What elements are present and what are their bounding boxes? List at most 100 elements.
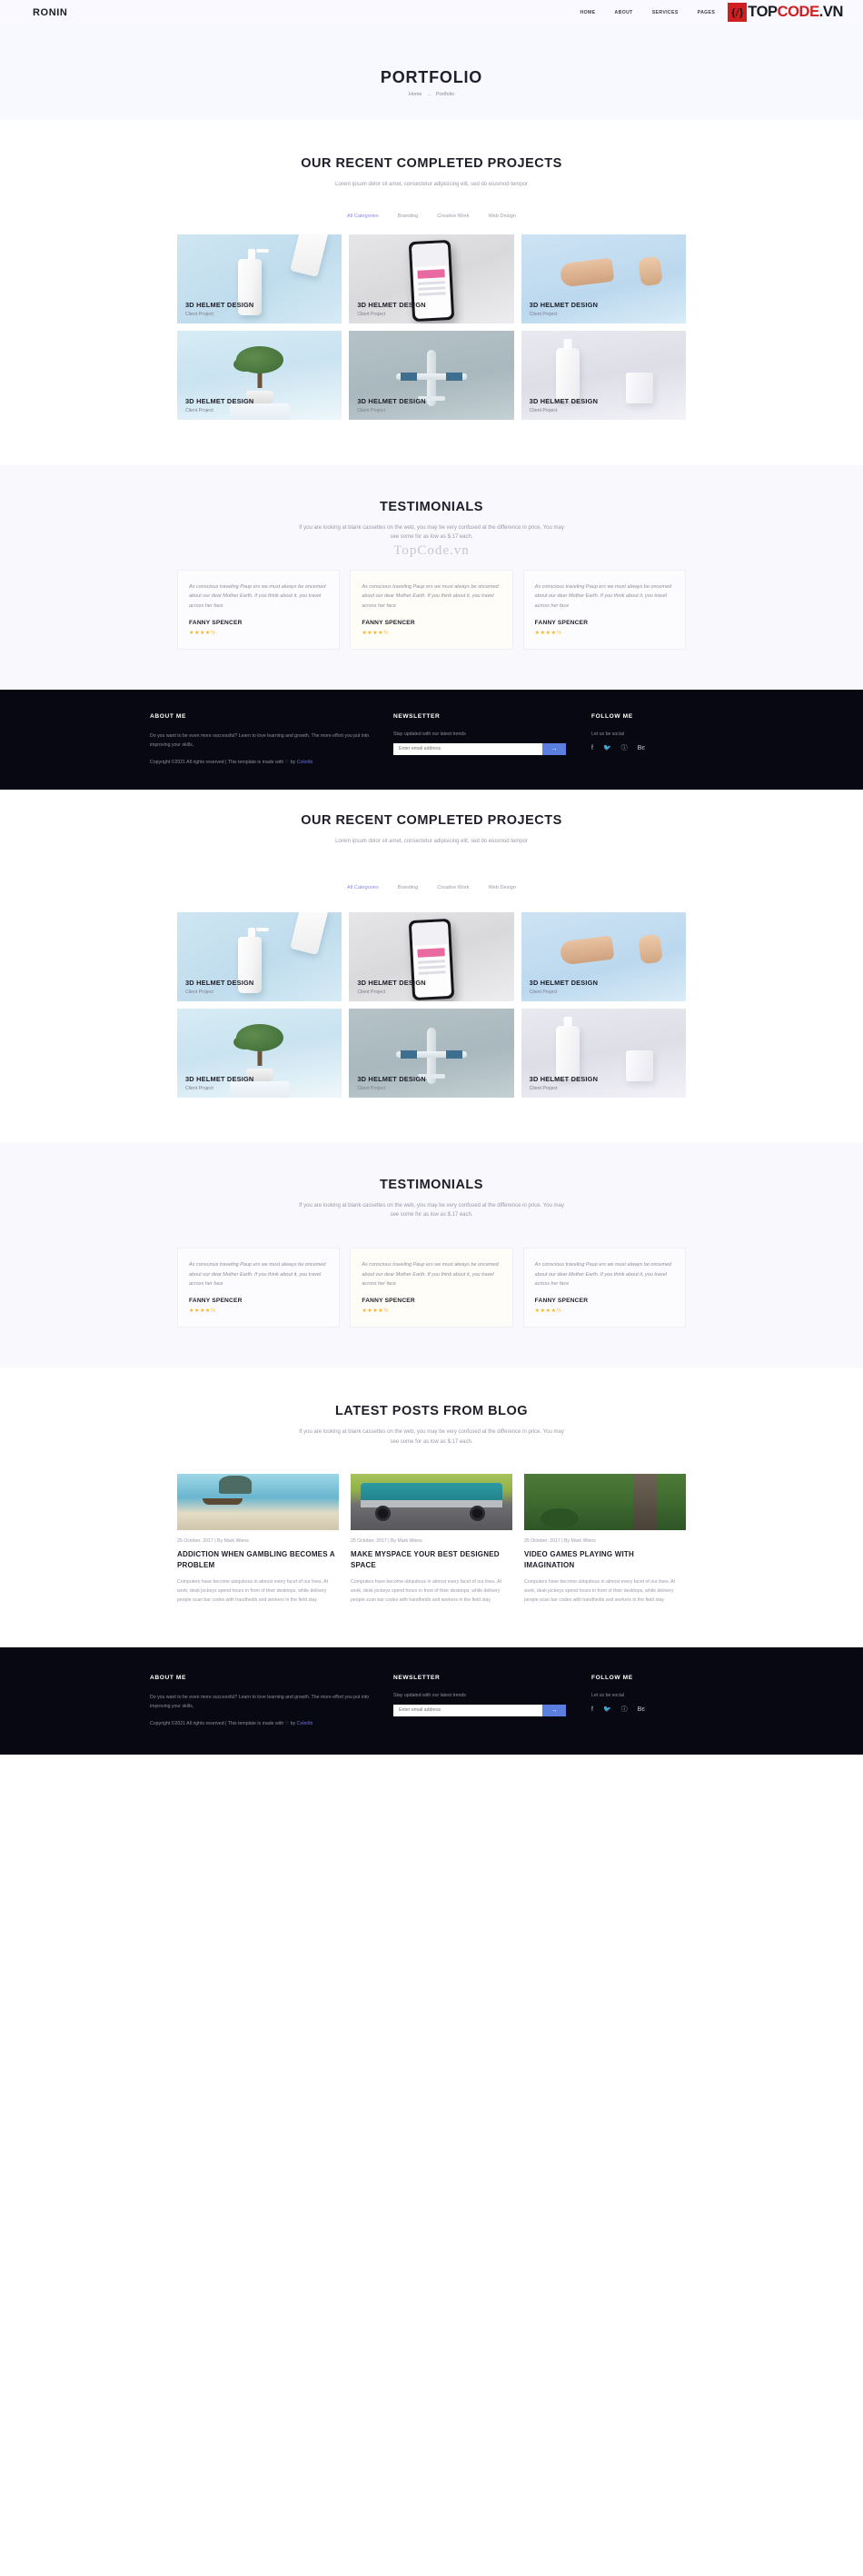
header-right: HOME ABOUT SERVICES PAGES {/} TOPCODE.VN <box>580 2 843 23</box>
footer-newsletter-title: NEWSLETTER <box>393 1674 441 1681</box>
portfolio-card[interactable]: 3D HELMET DESIGN Client Project <box>349 1008 514 1098</box>
testimonial-author: FANNY SPENCER <box>189 619 243 626</box>
newsletter-form: → <box>393 1704 566 1716</box>
portfolio-card[interactable]: 3D HELMET DESIGN Client Project <box>177 1008 342 1098</box>
footer-copyright: Copyright ©2021 All rights reserved | Th… <box>150 759 377 768</box>
filter-branding-1[interactable]: Branding <box>398 214 418 219</box>
facebook-icon[interactable]: f <box>591 745 593 751</box>
portfolio-card[interactable]: 3D HELMET DESIGN Client Project <box>177 234 342 323</box>
newsletter-email-input[interactable] <box>393 1704 542 1716</box>
twitter-icon[interactable]: 🐦 <box>603 1706 611 1713</box>
dribbble-icon[interactable]: ⓘ <box>621 745 628 751</box>
testimonials-grid-2: As conscious traveling Paup ers we must … <box>177 1247 686 1328</box>
testimonial-card: As conscious traveling Paup ers we must … <box>350 569 513 650</box>
portfolio-card[interactable]: 3D HELMET DESIGN Client Project <box>521 234 686 323</box>
portfolio-card[interactable]: 3D HELMET DESIGN Client Project <box>177 330 342 420</box>
filter-web-design-2[interactable]: Web Design <box>489 885 516 890</box>
portfolio-card-caption: 3D HELMET DESIGN Client Project <box>185 397 253 413</box>
testimonial-card: As conscious traveling Paup ers we must … <box>177 1247 341 1328</box>
testimonial-card: As conscious traveling Paup ers we must … <box>177 569 341 650</box>
portfolio-card-caption: 3D HELMET DESIGN Client Project <box>357 979 425 995</box>
testimonial-quote: As conscious traveling Paup ers we must … <box>189 583 326 609</box>
blog-post-meta: 25 October, 2017 | By Mark Wiens <box>351 1538 422 1544</box>
portfolio-section-2: OUR RECENT COMPLETED PROJECTS Lorem ipsu… <box>0 790 863 1143</box>
footer-columns-2: ABOUT ME Do you want to be even more suc… <box>150 1675 713 1730</box>
portfolio-card-subtitle: Client Project <box>357 311 386 317</box>
portfolio-card-subtitle: Client Project <box>185 407 213 413</box>
filter-creative-work-2[interactable]: Creative Work <box>437 885 469 890</box>
behance-icon[interactable]: Bє <box>638 745 645 751</box>
portfolio-card[interactable]: 3D HELMET DESIGN Client Project <box>521 911 686 1001</box>
blog-post-card[interactable]: 25 October, 2017 | By Mark Wiens MAKE MY… <box>351 1474 512 1606</box>
newsletter-submit-button[interactable]: → <box>542 742 566 755</box>
blog-post-card[interactable]: 25 October, 2017 | By Mark Wiens ADDICTI… <box>177 1474 339 1606</box>
newsletter-submit-button[interactable]: → <box>542 1704 566 1716</box>
footer-follow-sub: Let us be social <box>591 1692 625 1698</box>
breadcrumb-separator-icon: → <box>426 91 432 97</box>
testimonials-section-2: TESTIMONIALS If you are looking at blank… <box>0 1142 863 1368</box>
portfolio-card-title: 3D HELMET DESIGN <box>357 396 426 405</box>
site-footer-2: ABOUT ME Do you want to be even more suc… <box>0 1646 863 1755</box>
portfolio-card-subtitle: Client Project <box>529 989 558 995</box>
portfolio-card-caption: 3D HELMET DESIGN Client Project <box>530 979 598 995</box>
nav-item-services[interactable]: SERVICES <box>652 10 679 15</box>
page-title: PORTFOLIO <box>380 67 483 86</box>
filter-all-categories-1[interactable]: All Categories <box>347 214 379 219</box>
portfolio-header-1: OUR RECENT COMPLETED PROJECTS Lorem ipsu… <box>0 156 863 190</box>
filter-all-categories-2[interactable]: All Categories <box>347 885 379 890</box>
portfolio-card-title: 3D HELMET DESIGN <box>529 300 599 309</box>
newsletter-form: → <box>393 742 566 755</box>
facebook-icon[interactable]: f <box>591 1706 593 1713</box>
blog-post-excerpt: Computers have become ubiquitous in almo… <box>351 1579 502 1604</box>
hero-banner: PORTFOLIO Home → Portfolio <box>0 25 863 120</box>
behance-icon[interactable]: Bє <box>638 1706 645 1713</box>
blog-grid: 25 October, 2017 | By Mark Wiens ADDICTI… <box>177 1474 686 1606</box>
testimonials-subheading-1: If you are looking at blank cassettes on… <box>299 524 564 541</box>
site-logo[interactable]: RONIN <box>33 7 67 18</box>
site-footer-1: ABOUT ME Do you want to be even more suc… <box>0 689 863 791</box>
portfolio-card[interactable]: 3D HELMET DESIGN Client Project <box>349 234 514 323</box>
colorlib-link[interactable]: Colorlib <box>297 1721 313 1726</box>
footer-follow-sub: Let us be social <box>591 731 625 737</box>
blog-post-title[interactable]: ADDICTION WHEN GAMBLING BECOMES A PROBLE… <box>177 1549 339 1570</box>
portfolio-card[interactable]: 3D HELMET DESIGN Client Project <box>521 330 686 420</box>
footer-newsletter-column-1: NEWSLETTER Stay updated with our latest … <box>393 713 575 769</box>
newsletter-email-input[interactable] <box>393 742 542 755</box>
blog-post-card[interactable]: 25 October, 2017 | By Mark Wiens VIDEO G… <box>524 1474 686 1606</box>
portfolio-card-caption: 3D HELMET DESIGN Client Project <box>185 979 253 995</box>
footer-copyright-by: by <box>289 1721 297 1727</box>
portfolio-card-subtitle: Client Project <box>529 311 558 317</box>
portfolio-card[interactable]: 3D HELMET DESIGN Client Project <box>349 911 514 1001</box>
portfolio-card-subtitle: Client Project <box>357 407 386 413</box>
footer-newsletter-sub: Stay updated with our latest trends <box>393 731 466 737</box>
portfolio-card[interactable]: 3D HELMET DESIGN Client Project <box>349 330 514 420</box>
filter-branding-2[interactable]: Branding <box>398 885 418 890</box>
dribbble-icon[interactable]: ⓘ <box>621 1706 628 1713</box>
testimonial-quote: As conscious traveling Paup ers we must … <box>534 583 672 609</box>
portfolio-card-title: 3D HELMET DESIGN <box>185 396 254 405</box>
footer-copyright: Copyright ©2021 All rights reserved | Th… <box>150 1720 377 1729</box>
footer-columns-1: ABOUT ME Do you want to be even more suc… <box>150 713 713 769</box>
breadcrumb-home[interactable]: Home <box>409 92 422 97</box>
portfolio-card-title: 3D HELMET DESIGN <box>185 1074 254 1083</box>
nav-item-home[interactable]: HOME <box>580 10 596 15</box>
portfolio-card-title: 3D HELMET DESIGN <box>529 396 599 405</box>
colorlib-link[interactable]: Colorlib <box>297 760 313 765</box>
portfolio-card-title: 3D HELMET DESIGN <box>185 978 254 987</box>
portfolio-card[interactable]: 3D HELMET DESIGN Client Project <box>177 911 342 1001</box>
testimonial-card: As conscious traveling Paup ers we must … <box>350 1247 513 1328</box>
rating-stars-icon: ★★★★½ <box>534 1308 562 1314</box>
filter-creative-work-1[interactable]: Creative Work <box>437 214 469 219</box>
footer-follow-column-1: FOLLOW ME Let us be social f 🐦 ⓘ Bє <box>591 713 709 769</box>
nav-item-pages[interactable]: PAGES <box>698 10 716 15</box>
twitter-icon[interactable]: 🐦 <box>603 745 611 751</box>
vintage-truck-image <box>351 1474 512 1530</box>
nav-item-about[interactable]: ABOUT <box>615 10 633 15</box>
testimonial-author: FANNY SPENCER <box>189 1298 243 1304</box>
blog-post-title[interactable]: MAKE MYSPACE YOUR BEST DESIGNED SPACE <box>351 1549 512 1570</box>
portfolio-card[interactable]: 3D HELMET DESIGN Client Project <box>521 1008 686 1098</box>
filter-web-design-1[interactable]: Web Design <box>489 214 516 219</box>
rating-stars-icon: ★★★★½ <box>189 630 216 636</box>
blog-post-title[interactable]: VIDEO GAMES PLAYING WITH IMAGINATION <box>524 1549 686 1570</box>
footer-newsletter-title: NEWSLETTER <box>393 712 441 720</box>
